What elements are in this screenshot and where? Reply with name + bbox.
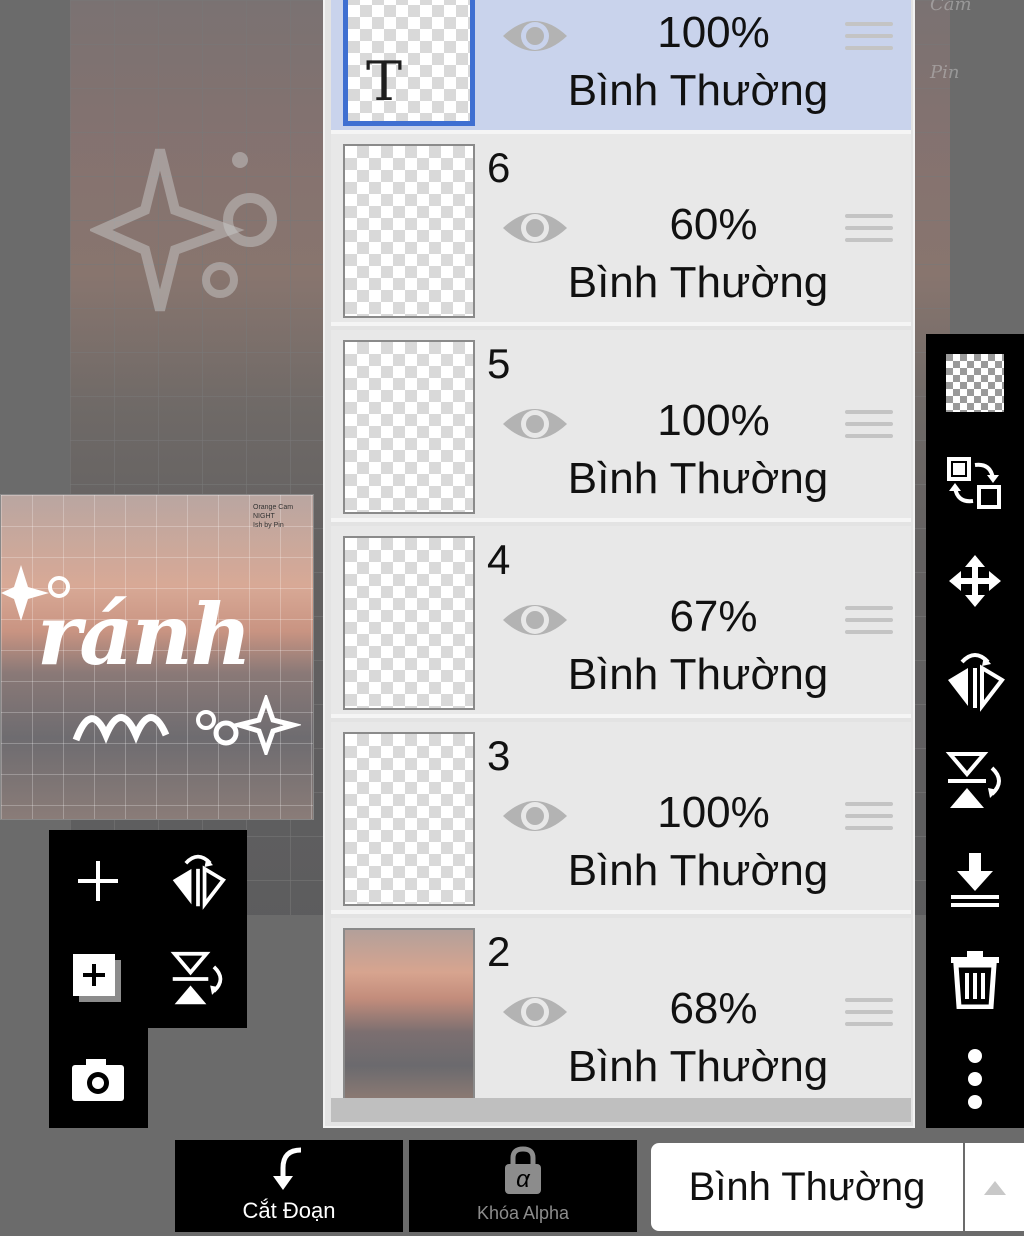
visibility-eye-icon[interactable] xyxy=(499,596,571,644)
merge-down-button[interactable] xyxy=(940,844,1010,914)
drag-handle-icon[interactable] xyxy=(845,22,893,58)
delete-layer-button[interactable] xyxy=(940,944,1010,1014)
layer-row-4[interactable]: 4 67% Bình Thường xyxy=(331,526,911,718)
alpha-lock-button[interactable]: α Khóa Alpha xyxy=(409,1140,637,1232)
add-layer-icon xyxy=(78,861,118,901)
layer-thumbnail[interactable] xyxy=(343,536,475,710)
visibility-eye-icon[interactable] xyxy=(499,12,571,60)
layer-number: 6 xyxy=(487,144,511,191)
layer-thumbnail[interactable] xyxy=(343,732,475,906)
trash-icon xyxy=(951,951,999,1009)
drag-handle-icon[interactable] xyxy=(845,214,893,250)
layer-thumbnail[interactable] xyxy=(343,144,475,318)
flip-vertical-icon xyxy=(170,951,223,1005)
layer-row-5[interactable]: 5 100% Bình Thường xyxy=(331,330,911,522)
layer-thumbnail[interactable]: T xyxy=(343,0,475,126)
layer-number: 3 xyxy=(487,732,511,779)
swap-layer-button[interactable] xyxy=(940,448,1010,518)
camera-button[interactable] xyxy=(63,1044,133,1114)
add-copy-layer-button[interactable] xyxy=(63,944,133,1014)
chevron-up-icon xyxy=(983,1181,1006,1195)
preview-note-text: Orange Cam NIGHT Ish by Pin xyxy=(253,504,294,529)
visibility-eye-icon[interactable] xyxy=(499,792,571,840)
preview-title-text: ránh xyxy=(37,585,252,684)
layer-panel-scroll-edge xyxy=(331,1098,911,1122)
clipping-label: Cắt Đoạn xyxy=(242,1198,336,1223)
layer-opacity[interactable]: 100% xyxy=(581,788,846,838)
preview-swirl-icon xyxy=(72,695,301,755)
blend-mode-dropdown-button[interactable] xyxy=(965,1143,1024,1231)
flip-horizontal-button[interactable] xyxy=(163,846,233,916)
checkerboard-icon xyxy=(946,354,1004,412)
flip-horizontal-icon xyxy=(172,854,227,910)
layer-row-6[interactable]: 6 60% Bình Thường xyxy=(331,134,911,326)
drag-handle-icon[interactable] xyxy=(845,410,893,446)
camera-icon xyxy=(72,1059,124,1101)
add-copy-layer-icon xyxy=(73,954,121,1002)
layer-panel: T 100% Bình Thường 6 60% Bình Thường 5 1 xyxy=(323,0,915,1128)
sparkle-decoration-icon xyxy=(90,148,277,312)
swap-layer-icon xyxy=(947,457,1001,509)
layer-opacity[interactable]: 67% xyxy=(581,592,846,642)
visibility-eye-icon[interactable] xyxy=(499,988,571,1036)
layer-number: 2 xyxy=(487,928,511,975)
flip-vertical-icon xyxy=(945,752,1001,808)
visibility-eye-icon[interactable] xyxy=(499,400,571,448)
layer-blend-mode: Bình Thường xyxy=(567,650,829,699)
clipping-arrow-icon xyxy=(273,1147,302,1190)
flip-vertical-button[interactable] xyxy=(163,944,233,1014)
add-layer-button[interactable] xyxy=(63,846,133,916)
move-button[interactable] xyxy=(940,546,1010,616)
flip-horizontal-button[interactable] xyxy=(940,646,1010,716)
left-toolbar-lower xyxy=(49,1028,148,1128)
canvas-preview-thumbnail[interactable]: Orange Cam NIGHT Ish by Pin ránh xyxy=(0,494,314,820)
drag-handle-icon[interactable] xyxy=(845,998,893,1034)
canvas-corner-text: Pin xyxy=(930,62,960,83)
right-toolbar xyxy=(926,334,1024,1128)
layer-number: 4 xyxy=(487,536,511,583)
layer-opacity[interactable]: 68% xyxy=(581,984,846,1034)
layer-opacity[interactable]: 60% xyxy=(581,200,846,250)
alpha-glyph: α xyxy=(516,1166,530,1193)
layer-blend-mode: Bình Thường xyxy=(567,258,829,307)
left-toolbar xyxy=(49,830,247,1028)
layer-row-7[interactable]: T 100% Bình Thường xyxy=(331,0,911,134)
drag-handle-icon[interactable] xyxy=(845,802,893,838)
text-layer-icon: T xyxy=(366,50,403,113)
flip-vertical-button[interactable] xyxy=(940,746,1010,816)
move-icon xyxy=(949,555,1001,607)
layer-blend-mode: Bình Thường xyxy=(567,1042,829,1091)
layer-number: 5 xyxy=(487,340,511,387)
layer-row-3[interactable]: 3 100% Bình Thường xyxy=(331,722,911,914)
layer-blend-mode: Bình Thường xyxy=(567,454,829,503)
drag-handle-icon[interactable] xyxy=(845,606,893,642)
layer-row-2[interactable]: 2 68% Bình Thường xyxy=(331,918,911,1110)
visibility-eye-icon[interactable] xyxy=(499,204,571,252)
layer-opacity[interactable]: 100% xyxy=(581,8,846,58)
layer-blend-mode: Bình Thường xyxy=(567,66,829,115)
merge-down-icon xyxy=(951,853,999,907)
layer-opacity[interactable]: 100% xyxy=(581,396,846,446)
alpha-lock-label: Khóa Alpha xyxy=(476,1203,570,1223)
layer-blend-mode: Bình Thường xyxy=(567,846,829,895)
canvas-corner-text: Cam xyxy=(930,0,972,15)
more-options-icon xyxy=(968,1049,982,1109)
clipping-button[interactable]: Cắt Đoạn xyxy=(175,1140,403,1232)
more-options-button[interactable] xyxy=(940,1044,1010,1114)
layer-thumbnail[interactable] xyxy=(343,340,475,514)
flip-horizontal-icon xyxy=(948,653,1005,712)
transparent-background-button[interactable] xyxy=(940,348,1010,418)
blend-mode-select[interactable]: Bình Thường xyxy=(651,1143,963,1231)
layer-thumbnail[interactable] xyxy=(343,928,475,1102)
